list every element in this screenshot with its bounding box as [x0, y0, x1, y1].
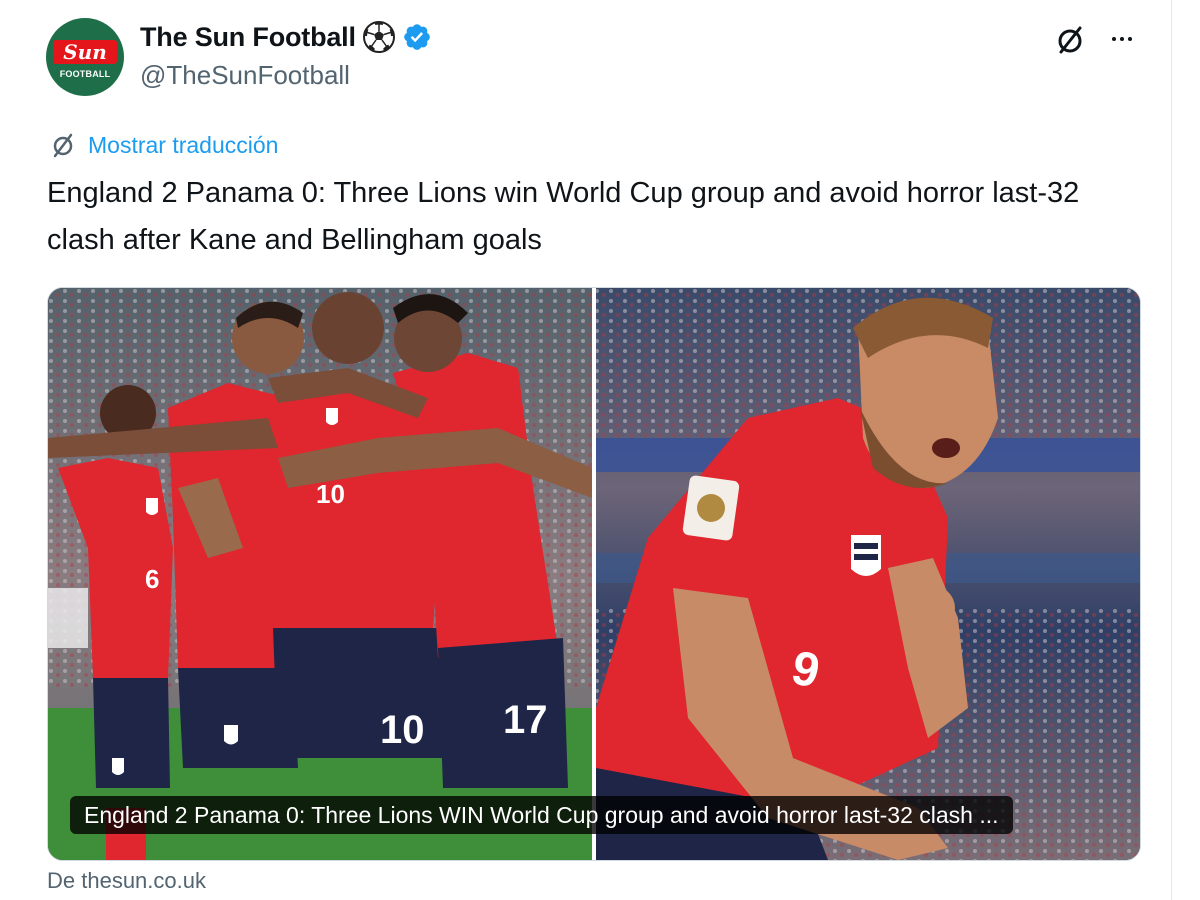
grok-slash-icon[interactable]: [1052, 22, 1088, 58]
grok-slash-icon: [53, 133, 73, 158]
tweet-card: Sun FOOTBALL The Sun Football @TheSunFoo…: [0, 0, 1172, 900]
media-image: 6 10 10 17 9: [48, 288, 1140, 860]
tweet-media[interactable]: 6 10 10 17 9 England 2 Panama 0: Three L…: [47, 287, 1141, 861]
avatar[interactable]: Sun FOOTBALL: [46, 18, 124, 96]
account-handle[interactable]: @TheSunFootball: [140, 60, 350, 91]
more-dot: [1128, 37, 1132, 41]
more-horizontal-icon[interactable]: [1104, 24, 1140, 54]
verified-badge-icon: [403, 24, 430, 50]
shorts-number-10: 10: [380, 708, 425, 752]
soccer-ball-icon: [362, 21, 395, 53]
link-source[interactable]: De thesun.co.uk: [47, 868, 206, 894]
shirt-number-6: 6: [145, 564, 159, 594]
show-translation-link[interactable]: Mostrar traducción: [48, 130, 278, 160]
avatar-logo-subtext: FOOTBALL: [59, 69, 111, 79]
avatar-logo-text: Sun: [53, 40, 117, 64]
more-dot: [1120, 37, 1124, 41]
display-name-row[interactable]: The Sun Football: [140, 20, 432, 54]
more-dot: [1112, 37, 1116, 41]
right-photo: 9: [596, 288, 1140, 860]
shorts-number-17: 17: [503, 698, 548, 742]
display-name[interactable]: The Sun Football: [140, 22, 356, 53]
tweet-text: England 2 Panama 0: Three Lions win Worl…: [47, 177, 1080, 256]
shirt-number-10-back: 10: [316, 479, 345, 509]
show-translation-label[interactable]: Mostrar traducción: [88, 132, 278, 159]
media-caption[interactable]: England 2 Panama 0: Three Lions WIN Worl…: [70, 796, 1013, 834]
left-photo: 6 10 10 17: [48, 288, 592, 860]
